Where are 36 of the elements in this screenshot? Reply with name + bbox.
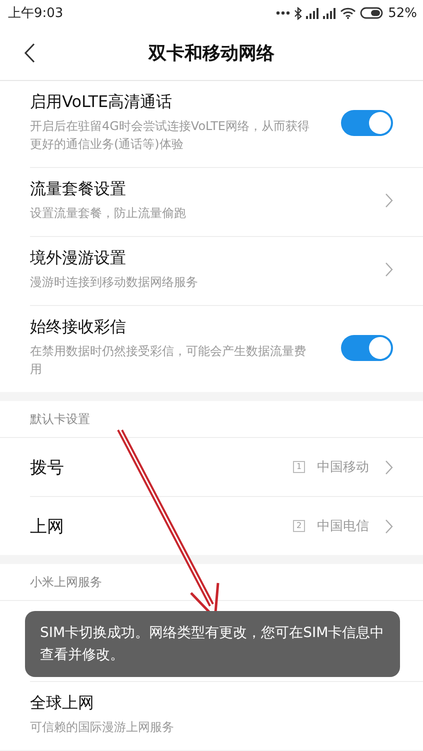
setting-description: 在禁用数据时仍然接受彩信，可能会产生数据流量费用 <box>30 343 307 378</box>
chevron-right-icon <box>385 460 393 474</box>
setting-title: 拨号 <box>30 456 65 478</box>
section-header: 默认卡设置 <box>30 410 90 428</box>
section-header: 小米上网服务 <box>30 574 102 590</box>
setting-description: 漫游时连接到移动数据网络服务 <box>30 274 199 291</box>
setting-title: 始终接收彩信 <box>30 317 127 338</box>
setting-description: 开启后在驻留4G时会尝试连接VoLTE网络，从而获得更好的通信业务(通话等)体验 <box>30 118 310 153</box>
sim-slot-badge: 2 <box>293 520 305 532</box>
more-dots-icon <box>276 11 290 15</box>
back-icon <box>24 43 35 63</box>
toggle-switch[interactable] <box>341 334 393 360</box>
setting-title: 上网 <box>30 516 65 538</box>
setting-title: 全球上网 <box>30 693 95 714</box>
carrier-name: 中国移动 <box>317 459 369 476</box>
status-time: 上午9:03 <box>8 5 64 22</box>
setting-title: 境外漫游设置 <box>30 248 127 269</box>
screen-title: 双卡和移动网络 <box>148 42 274 65</box>
bluetooth-icon <box>294 6 302 20</box>
signal-icon <box>306 8 320 18</box>
wifi-icon <box>340 7 356 19</box>
carrier-name: 中国电信 <box>317 518 369 535</box>
battery-icon <box>360 7 384 19</box>
signal-icon <box>323 8 336 18</box>
sim-slot-badge: 1 <box>293 461 305 473</box>
setting-description: 设置流量套餐，防止流量偷跑 <box>30 205 187 222</box>
chevron-right-icon <box>385 262 393 277</box>
toast-message: SIM卡切换成功。网络类型有更改，您可在SIM卡信息中查看并修改。 <box>25 611 400 677</box>
setting-description: 可信赖的国际漫游上网服务 <box>30 719 175 736</box>
back-button[interactable] <box>24 43 35 63</box>
chevron-right-icon <box>385 518 393 534</box>
setting-title: 流量套餐设置 <box>30 179 127 200</box>
chevron-right-icon <box>385 193 393 208</box>
setting-title: 启用VoLTE高清通话 <box>30 92 174 113</box>
toggle-switch[interactable] <box>341 110 393 136</box>
battery-percent: 52% <box>388 6 417 20</box>
